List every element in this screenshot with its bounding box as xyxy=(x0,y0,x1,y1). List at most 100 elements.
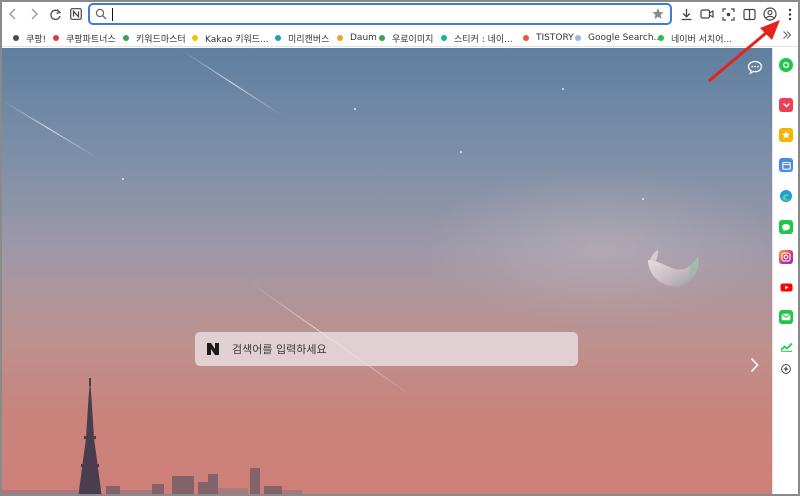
search-icon xyxy=(95,8,107,20)
stocks-icon[interactable] xyxy=(779,340,793,354)
bookmark-item[interactable]: 키워드마스터 xyxy=(123,31,186,45)
pocket-icon[interactable] xyxy=(779,98,793,112)
bookmark-item[interactable]: Kakao 키워드... xyxy=(192,31,269,45)
screenshot-icon xyxy=(721,7,735,21)
camera-outline-icon xyxy=(781,252,791,262)
whale-logo-icon xyxy=(648,250,699,287)
add-icon[interactable] xyxy=(779,362,793,376)
naver-logo-icon xyxy=(207,343,219,355)
bookmark-dot-icon xyxy=(658,35,664,41)
bookmark-label: Kakao 키워드... xyxy=(205,34,269,45)
bookmark-label: Daum xyxy=(350,33,377,43)
bookmark-label: TISTORY xyxy=(536,33,574,43)
bookmark-dot-icon xyxy=(441,35,447,41)
bookmark-dot-icon xyxy=(13,35,19,41)
youtube-icon[interactable] xyxy=(779,280,793,294)
address-bar[interactable] xyxy=(88,3,672,25)
naver-green-icon[interactable] xyxy=(779,58,793,72)
star xyxy=(562,88,564,90)
bookmark-item[interactable]: 미리캔버스 xyxy=(275,31,329,45)
calendar-glyph-icon xyxy=(781,161,791,170)
profile-button[interactable] xyxy=(762,6,778,22)
bookmark-dot-icon xyxy=(523,35,529,41)
toolbar xyxy=(2,2,798,28)
download-button[interactable] xyxy=(678,6,694,22)
reload-button[interactable] xyxy=(46,5,64,23)
naver-n-icon xyxy=(70,8,82,20)
media-button[interactable] xyxy=(699,6,715,22)
naver-home-button[interactable] xyxy=(67,5,85,23)
bookmark-dot-icon xyxy=(123,35,129,41)
calendar-icon[interactable] xyxy=(779,158,793,172)
bookmark-label: 미리캔버스 xyxy=(288,34,330,45)
bookmark-label: 키워드마스터 xyxy=(136,34,186,45)
double-chevron-right-icon xyxy=(783,31,792,39)
bookmarks-bar: 쿠팡! 쿠팡파트너스 키워드마스터 Kakao 키워드... 미리캔버스 Dau… xyxy=(2,28,798,47)
bookmark-item[interactable]: 쿠팡! xyxy=(13,31,46,45)
bookmark-label: Google Search... xyxy=(588,33,663,43)
bookmark-star-icon[interactable] xyxy=(779,128,793,142)
bookmark-label: 네이버 서치어... xyxy=(671,34,733,45)
instagram-icon[interactable] xyxy=(779,250,793,264)
star xyxy=(354,108,356,110)
bookmark-dot-icon xyxy=(575,35,581,41)
capture-button[interactable] xyxy=(720,6,736,22)
bookmark-item[interactable]: 우료이미지 xyxy=(379,31,433,45)
cloud-haze xyxy=(422,168,772,328)
split-view-icon xyxy=(742,8,756,20)
meteor-streak xyxy=(181,50,283,117)
chat-green-icon[interactable] xyxy=(779,220,793,234)
star xyxy=(122,178,124,180)
browser-window: 쿠팡! 쿠팡파트너스 키워드마스터 Kakao 키워드... 미리캔버스 Dau… xyxy=(0,0,800,496)
chat-button[interactable] xyxy=(746,58,764,76)
forward-button[interactable] xyxy=(25,5,43,23)
play-icon xyxy=(780,283,792,291)
pocket-chevron-icon xyxy=(782,103,790,108)
new-tab-background: 검색어를 입력하세요 xyxy=(2,48,772,494)
chevron-right-icon xyxy=(31,8,38,20)
bookmark-dot-icon xyxy=(275,35,281,41)
star xyxy=(642,198,644,200)
back-button[interactable] xyxy=(4,5,22,23)
chat-bubble-icon xyxy=(782,223,790,231)
bookmark-dot-icon xyxy=(379,35,385,41)
star xyxy=(460,151,462,153)
naver-mail-icon[interactable] xyxy=(779,310,793,324)
plus-icon xyxy=(781,364,791,374)
chart-line-icon xyxy=(779,342,793,352)
bookmark-label: 쿠팡파트너스 xyxy=(66,34,116,45)
search-box[interactable]: 검색어를 입력하세요 xyxy=(195,332,578,366)
envelope-icon xyxy=(781,313,791,321)
bookmark-label: 쿠팡! xyxy=(26,34,47,45)
profile-icon xyxy=(763,7,777,21)
bookmarks-overflow-button[interactable] xyxy=(782,30,792,43)
star-icon xyxy=(782,130,790,139)
menu-button[interactable] xyxy=(782,6,798,22)
reload-icon xyxy=(49,8,61,20)
split-view-button[interactable] xyxy=(741,6,757,22)
edge-swirl-icon xyxy=(780,190,792,202)
bookmark-item[interactable]: TISTORY xyxy=(523,31,574,45)
bookmark-item[interactable]: Google Search... xyxy=(575,31,662,45)
search-placeholder: 검색어를 입력하세요 xyxy=(232,343,327,356)
video-icon xyxy=(700,9,714,19)
bookmark-dot-icon xyxy=(53,35,59,41)
bookmark-label: 우료이미지 xyxy=(392,34,434,45)
more-vert-icon xyxy=(788,8,792,20)
city-skyline xyxy=(2,378,302,494)
bookmark-item[interactable]: 쿠팡파트너스 xyxy=(53,31,116,45)
bookmark-dot-icon xyxy=(192,35,198,41)
next-background-button[interactable] xyxy=(746,354,762,376)
chevron-right-icon xyxy=(750,357,759,373)
bookmark-item[interactable]: Daum xyxy=(337,31,377,45)
chevron-left-icon xyxy=(9,8,16,20)
bookmark-item[interactable]: 스티커 : 네이... xyxy=(441,31,513,45)
bookmark-star-icon[interactable] xyxy=(651,7,665,21)
bookmark-label: 스티커 : 네이... xyxy=(454,34,513,45)
edge-icon[interactable] xyxy=(779,189,793,203)
ring-icon xyxy=(782,61,790,69)
right-sidebar xyxy=(772,48,798,494)
bookmark-item[interactable]: 네이버 서치어... xyxy=(658,31,732,45)
meteor-streak xyxy=(2,100,97,158)
download-icon xyxy=(681,8,691,20)
